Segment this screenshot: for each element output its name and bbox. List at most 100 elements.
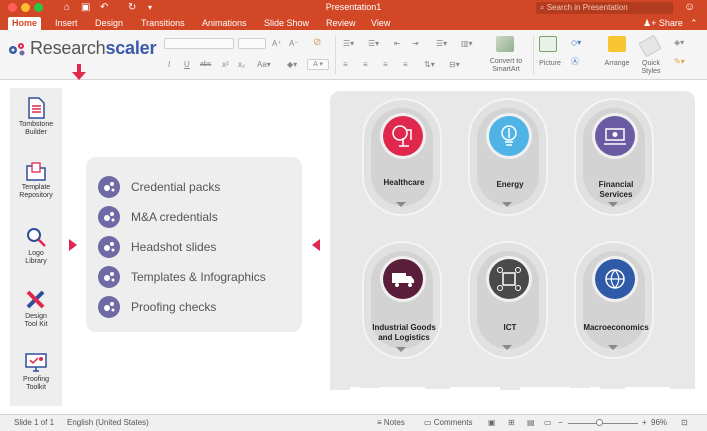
font-name-dropdown[interactable]: [164, 38, 234, 49]
share-button[interactable]: ♟+ Share: [643, 17, 683, 30]
numbering-icon[interactable]: ☰▾: [368, 39, 379, 49]
gears-icon: [98, 176, 120, 198]
font-color-button[interactable]: ◆▾: [287, 60, 297, 70]
sidebar-item-label: Builder: [25, 129, 47, 136]
align-right-icon[interactable]: ≡: [383, 60, 388, 70]
menu-item-headshot-slides[interactable]: Headshot slides: [98, 236, 298, 258]
shape-outline-icon[interactable]: ✎▾: [674, 57, 685, 67]
reading-view-icon[interactable]: ▤: [527, 415, 535, 431]
picture-label[interactable]: Picture: [535, 60, 565, 68]
sector-card-industrial-goods[interactable]: Industrial Goods and Logistics: [362, 241, 442, 359]
sidebar-item-design-tool-kit[interactable]: Design Tool Kit: [10, 289, 62, 329]
picture-icon[interactable]: [539, 36, 557, 52]
decrease-indent-icon[interactable]: ⇤: [394, 39, 401, 49]
fit-to-window-icon[interactable]: ⊡: [681, 415, 688, 431]
tab-slide-show[interactable]: Slide Show: [260, 17, 313, 30]
slideshow-view-icon[interactable]: ▭: [544, 415, 552, 431]
superscript-button[interactable]: x²: [222, 60, 229, 70]
text-highlight-dropdown[interactable]: A ▾: [307, 59, 329, 70]
bullets-icon[interactable]: ☰▾: [343, 39, 354, 49]
zoom-in-icon[interactable]: +: [642, 415, 647, 431]
sidebar-item-label: Design: [25, 313, 47, 320]
magnifier-icon: [27, 228, 46, 247]
search-input[interactable]: ⌕ Search in Presentation: [536, 2, 673, 14]
increase-indent-icon[interactable]: ⇥: [412, 39, 419, 49]
quick-styles-label[interactable]: Quick Styles: [635, 60, 667, 76]
status-bar: Slide 1 of 1 English (United States) ≡ N…: [0, 414, 707, 431]
clear-formatting-icon[interactable]: ⊘: [313, 38, 321, 48]
quick-styles-icon[interactable]: [638, 34, 662, 58]
menu-item-label: Templates & Infographics: [131, 270, 266, 284]
sidebar-item-template-repository[interactable]: Template Repository: [10, 162, 62, 200]
toolbar-divider: [335, 36, 336, 74]
font-size-dropdown[interactable]: [238, 38, 266, 49]
increase-font-size-icon[interactable]: A⁺: [272, 39, 282, 49]
normal-view-icon[interactable]: ▣: [488, 415, 496, 431]
share-label: Share: [658, 18, 683, 28]
sector-card-financial-services[interactable]: Financial Services: [574, 98, 654, 216]
arrange-icon[interactable]: [608, 36, 626, 52]
zoom-out-icon[interactable]: −: [558, 415, 563, 431]
sector-label: Industrial Goods and Logistics: [372, 323, 436, 342]
decrease-font-size-icon[interactable]: A⁻: [289, 39, 299, 49]
italic-button[interactable]: I: [168, 60, 170, 70]
menu-item-label: Headshot slides: [131, 240, 217, 254]
sidebar-item-tombstone-builder[interactable]: Tombstone Builder: [10, 97, 62, 137]
sidebar-item-label: Library: [25, 258, 47, 265]
justify-icon[interactable]: ≡: [403, 60, 408, 70]
subscript-button[interactable]: x₂: [238, 60, 245, 70]
zoom-slider[interactable]: [568, 423, 638, 424]
tab-home[interactable]: Home: [8, 17, 42, 30]
collapse-ribbon-icon[interactable]: ⌃: [690, 17, 698, 30]
tab-transitions[interactable]: Transitions: [137, 17, 189, 30]
truck-icon: [383, 259, 423, 299]
text-direction-icon[interactable]: ⇅▾: [424, 60, 435, 70]
researchscaler-logo: Researchscaler: [8, 38, 156, 58]
slide-counter: Slide 1 of 1: [14, 418, 55, 427]
sidebar-item-label: Tool Kit: [24, 321, 48, 328]
feedback-smiley-icon[interactable]: ☺: [684, 1, 695, 13]
shape-fill-icon[interactable]: ◈▾: [674, 38, 684, 48]
menu-item-ma-credentials[interactable]: M&A credentials: [98, 206, 298, 228]
gears-icon: [98, 236, 120, 258]
line-spacing-icon[interactable]: ☰▾: [436, 39, 447, 49]
tab-animations[interactable]: Animations: [198, 17, 251, 30]
slide-sorter-icon[interactable]: ⊞: [508, 415, 515, 431]
align-center-icon[interactable]: ≡: [363, 60, 368, 70]
sector-card-ict[interactable]: ICT: [468, 241, 548, 359]
sector-card-healthcare[interactable]: Healthcare: [362, 98, 442, 216]
change-case-button[interactable]: Aa▾: [257, 60, 271, 70]
menu-item-proofing-checks[interactable]: Proofing checks: [98, 296, 298, 318]
sector-card-energy[interactable]: Energy: [468, 98, 548, 216]
sector-card-macroeconomics[interactable]: Macroeconomics: [574, 241, 654, 359]
menu-item-label: M&A credentials: [131, 210, 218, 224]
arrange-label[interactable]: Arrange: [601, 60, 633, 68]
comments-button[interactable]: ▭ Comments: [424, 415, 472, 431]
language-indicator[interactable]: English (United States): [67, 415, 149, 431]
chevron-down-icon: [608, 345, 618, 350]
columns-icon[interactable]: ▥▾: [461, 39, 473, 49]
align-left-icon[interactable]: ≡: [343, 60, 348, 70]
collateral-menu: Credential packs M&A credentials Headsho…: [86, 157, 302, 332]
underline-button[interactable]: U: [184, 60, 190, 70]
menu-item-credential-packs[interactable]: Credential packs: [98, 176, 298, 198]
search-placeholder: Search in Presentation: [546, 3, 628, 12]
convert-to-smartart-label[interactable]: Convert to SmartArt: [484, 58, 528, 74]
smartart-icon[interactable]: [496, 36, 514, 52]
align-text-icon[interactable]: ⊟▾: [449, 60, 460, 70]
tab-review[interactable]: Review: [322, 17, 360, 30]
tab-design[interactable]: Design: [91, 17, 127, 30]
tab-view[interactable]: View: [367, 17, 394, 30]
zoom-level[interactable]: 96%: [651, 415, 667, 431]
zoom-slider-knob[interactable]: [596, 419, 603, 426]
strikethrough-button[interactable]: abc: [200, 60, 211, 70]
comments-icon: ▭: [424, 418, 434, 427]
notes-button[interactable]: ≡ Notes: [377, 415, 405, 431]
menu-item-templates-infographics[interactable]: Templates & Infographics: [98, 266, 298, 288]
sidebar-item-proofing-toolkit[interactable]: Proofing Toolkit: [10, 352, 62, 392]
text-box-icon[interactable]: Ⓐ: [571, 57, 579, 67]
sidebar-item-label: Toolkit: [26, 384, 46, 391]
sidebar-item-logo-library[interactable]: Logo Library: [10, 226, 62, 266]
shapes-icon[interactable]: ◇▾: [571, 38, 581, 48]
tab-insert[interactable]: Insert: [51, 17, 82, 30]
